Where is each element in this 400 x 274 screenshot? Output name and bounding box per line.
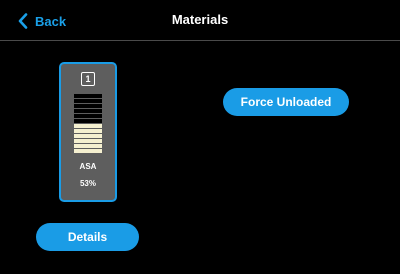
level-segment bbox=[74, 124, 102, 128]
level-segment bbox=[74, 139, 102, 143]
level-segment bbox=[74, 119, 102, 123]
level-segment bbox=[74, 134, 102, 138]
bay-number-badge: 1 bbox=[81, 72, 95, 86]
level-segment bbox=[74, 129, 102, 133]
material-level-label: 53% bbox=[79, 179, 96, 188]
level-segment bbox=[74, 94, 102, 98]
level-segment bbox=[74, 109, 102, 113]
header-divider bbox=[0, 40, 400, 41]
force-unloaded-button[interactable]: Force Unloaded bbox=[223, 88, 349, 116]
material-type-label: ASA bbox=[79, 162, 97, 171]
page-title: Materials bbox=[171, 12, 229, 27]
materials-screen: Back Materials 1 ASA 53% Force Unloaded … bbox=[0, 0, 400, 274]
level-segment bbox=[74, 99, 102, 103]
header-bar: Back Materials bbox=[0, 0, 400, 40]
material-spool-card[interactable]: 1 ASA 53% bbox=[59, 62, 117, 202]
material-level-meter bbox=[74, 94, 102, 154]
level-segment bbox=[74, 144, 102, 148]
level-segment bbox=[74, 149, 102, 153]
details-button[interactable]: Details bbox=[36, 223, 139, 251]
level-segment bbox=[74, 104, 102, 108]
level-segment bbox=[74, 114, 102, 118]
